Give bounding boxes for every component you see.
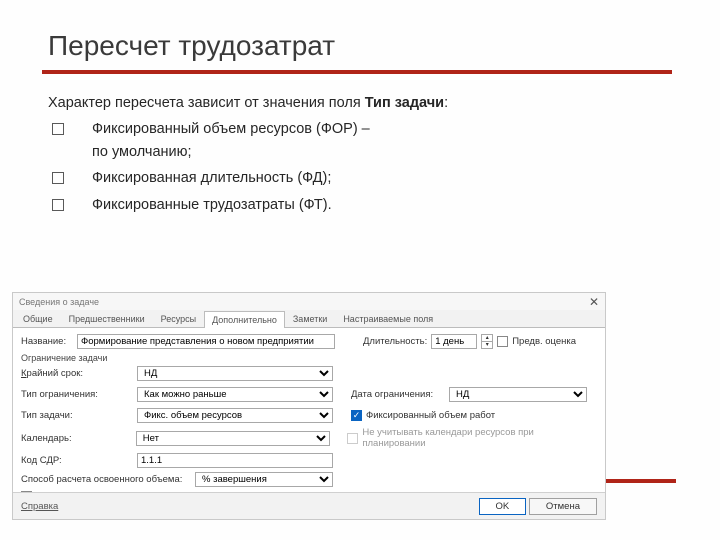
ok-button[interactable]: OK — [479, 498, 527, 515]
intro-line: Характер пересчета зависит от значения п… — [48, 92, 650, 114]
fixed-work-label: Фиксированный объем работ — [366, 410, 495, 421]
dialog-titlebar: Сведения о задаче ✕ — [13, 293, 605, 310]
tab-advanced[interactable]: Дополнительно — [204, 311, 285, 328]
bullet-2: Фиксированная длительность (ФД); — [48, 167, 650, 189]
tab-resources[interactable]: Ресурсы — [153, 310, 205, 327]
ignore-cal-label: Не учитывать календари ресурсов при план… — [362, 427, 597, 449]
task-type-label: Тип задачи: — [21, 410, 133, 421]
dialog-tabs: Общие Предшественники Ресурсы Дополнител… — [13, 310, 605, 328]
constraint-date-select[interactable]: НД — [449, 387, 587, 402]
help-link[interactable]: Справка — [21, 501, 58, 512]
constraint-type-select[interactable]: Как можно раньше — [137, 387, 333, 402]
cancel-button[interactable]: Отмена — [529, 498, 597, 515]
intro-pre: Характер пересчета зависит от значения п… — [48, 95, 365, 111]
dialog-footer: Справка OK Отмена — [13, 492, 605, 519]
deadline-select[interactable]: НД — [137, 366, 333, 381]
tab-general[interactable]: Общие — [15, 310, 61, 327]
body-text: Характер пересчета зависит от значения п… — [0, 92, 720, 216]
duration-stepper[interactable]: ▴ ▾ — [481, 334, 493, 349]
task-info-dialog: Сведения о задаче ✕ Общие Предшественник… — [12, 292, 606, 520]
prelim-checkbox[interactable] — [497, 336, 508, 347]
close-icon[interactable]: ✕ — [589, 295, 599, 309]
calendar-label: Календарь: — [21, 433, 132, 444]
slide-title: Пересчет трудозатрат — [0, 0, 720, 70]
wbs-label: Код СДР: — [21, 455, 133, 466]
dialog-caption: Сведения о задаче — [19, 297, 99, 307]
wbs-input[interactable] — [137, 453, 333, 468]
tab-predecessors[interactable]: Предшественники — [61, 310, 153, 327]
intro-post: : — [444, 95, 448, 111]
intro-bold: Тип задачи — [365, 95, 444, 111]
ev-select[interactable]: % завершения — [195, 472, 333, 487]
fixed-work-checkbox[interactable]: ✓ — [351, 410, 362, 421]
prelim-label: Предв. оценка — [512, 336, 576, 347]
bullet-3: Фиксированные трудозатраты (ФТ). — [48, 194, 650, 216]
bullet-1: Фиксированный объем ресурсов (ФОР) – по … — [48, 118, 650, 163]
dialog-panel: Название: Длительность: ▴ ▾ Предв. оценк… — [13, 328, 605, 502]
duration-input[interactable] — [431, 334, 477, 349]
deadline-label: Крайний срок: — [21, 368, 133, 379]
tab-notes[interactable]: Заметки — [285, 310, 335, 327]
duration-label: Длительность: — [363, 336, 427, 347]
task-type-select[interactable]: Фикс. объем ресурсов — [137, 408, 333, 423]
constraint-type-label: Тип ограничения: — [21, 389, 133, 400]
title-underline — [42, 70, 672, 74]
tab-custom-fields[interactable]: Настраиваемые поля — [335, 310, 441, 327]
ev-label: Способ расчета освоенного объема: — [21, 474, 191, 485]
bullet-1a: Фиксированный объем ресурсов (ФОР) – — [92, 121, 370, 137]
calendar-select[interactable]: Нет — [136, 431, 330, 446]
bullet-1b: по умолчанию; — [92, 144, 192, 160]
constraint-group-title: Ограничение задачи — [21, 353, 597, 363]
name-label: Название: — [21, 336, 73, 347]
constraint-date-label: Дата ограничения: — [351, 389, 445, 400]
name-input[interactable] — [77, 334, 335, 349]
ignore-cal-checkbox — [347, 433, 358, 444]
